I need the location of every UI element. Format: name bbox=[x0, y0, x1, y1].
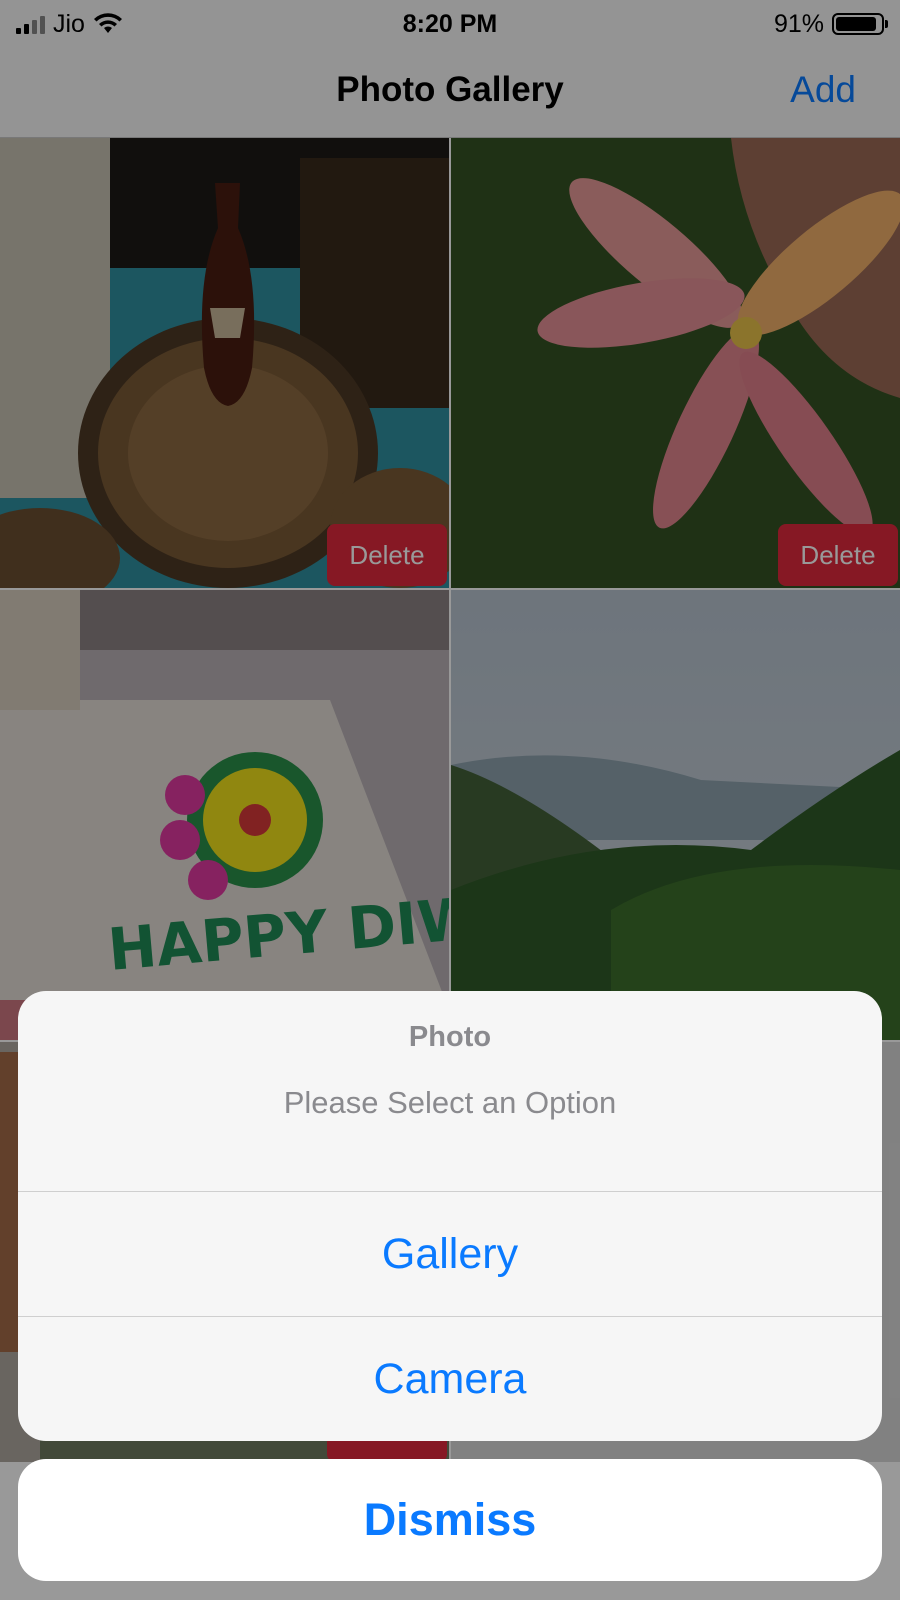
action-sheet: Photo Please Select an Option Gallery Ca… bbox=[18, 991, 882, 1441]
action-sheet-message: Please Select an Option bbox=[283, 1085, 617, 1120]
dismiss-button[interactable]: Dismiss bbox=[18, 1459, 882, 1581]
gallery-option-button[interactable]: Gallery bbox=[18, 1192, 882, 1316]
action-sheet-title: Photo bbox=[408, 1021, 492, 1053]
camera-option-button[interactable]: Camera bbox=[18, 1317, 882, 1441]
